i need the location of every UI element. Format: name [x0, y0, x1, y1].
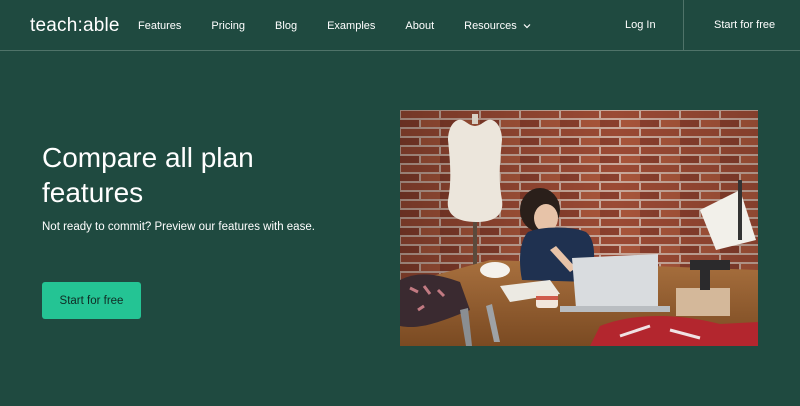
nav-label: About: [405, 19, 435, 32]
header-start-free-button[interactable]: Start for free: [714, 19, 775, 31]
nav-label: Examples: [327, 19, 376, 32]
nav-label: Pricing: [211, 19, 246, 32]
nav-item-examples[interactable]: Examples: [327, 20, 375, 32]
header-divider: [683, 0, 684, 51]
hero-start-free-button[interactable]: Start for free: [42, 282, 141, 319]
page-title: Compare all plan features: [42, 142, 254, 208]
hero-image: [400, 110, 758, 346]
chevron-down-icon: [523, 23, 531, 28]
nav-item-blog[interactable]: Blog: [275, 20, 297, 32]
nav-label: Blog: [275, 19, 298, 32]
login-link[interactable]: Log In: [625, 19, 656, 31]
nav-item-features[interactable]: Features: [138, 20, 181, 32]
nav-item-pricing[interactable]: Pricing: [211, 20, 245, 32]
nav-label: Features: [138, 19, 182, 32]
nav-label: Resources: [464, 19, 517, 32]
hero-photo-illustration: [400, 110, 758, 346]
nav-item-resources[interactable]: Resources: [464, 20, 531, 32]
main-nav: Features Pricing Blog Examples About Res…: [138, 0, 561, 51]
teachable-logo[interactable]: teach:able: [30, 15, 120, 37]
top-nav-bar: teach:able Features Pricing Blog Example…: [0, 0, 800, 51]
hero-subtitle: Not ready to commit? Preview our feature…: [42, 221, 315, 233]
nav-item-about[interactable]: About: [405, 20, 434, 32]
